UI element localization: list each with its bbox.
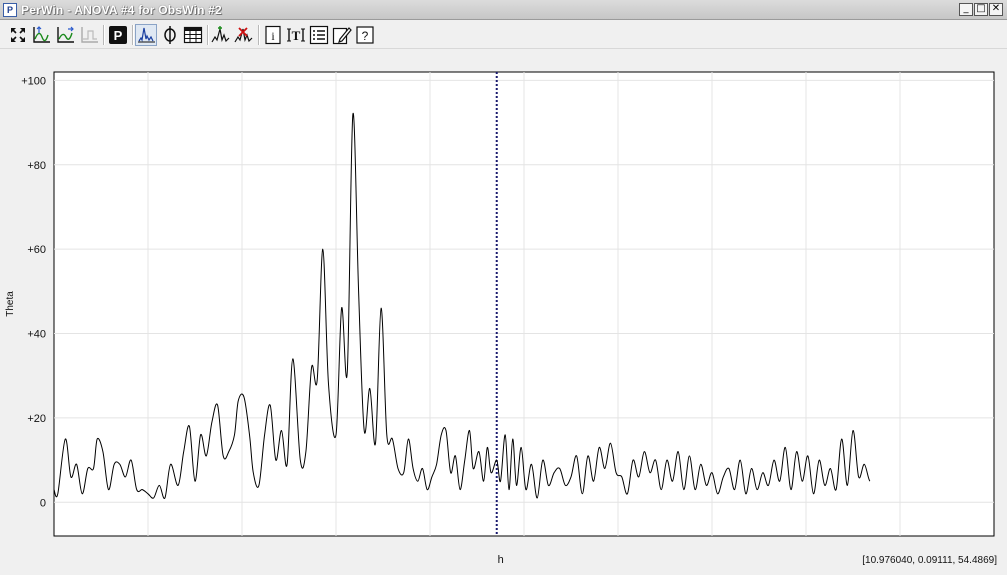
x-axis-label: h xyxy=(498,554,504,566)
title-bar[interactable]: P PerWin - ANOVA #4 for ObsWin #2 _ □ ✕ xyxy=(0,0,1007,20)
toolbar-separator xyxy=(258,25,259,45)
maximize-button[interactable]: □ xyxy=(974,3,988,16)
text-label: T xyxy=(292,28,301,43)
y-axis-ticks: +100 +80 +60 +40 +20 0 xyxy=(21,75,46,509)
toolbar-separator xyxy=(207,25,208,45)
toolbar: P i T ? xyxy=(0,21,1007,49)
toolbar-separator xyxy=(103,25,104,45)
zoom-y-button[interactable] xyxy=(54,24,76,46)
cursor-readout: [10.976040, 0.09111, 54.4869] xyxy=(862,555,997,566)
spectrum-icon xyxy=(138,27,155,43)
y-tick-label: +100 xyxy=(21,75,46,87)
pencil-icon xyxy=(332,27,352,45)
y-tick-label: +40 xyxy=(27,329,46,341)
add-peak-button[interactable] xyxy=(210,24,232,46)
table-button[interactable] xyxy=(182,24,204,46)
info-button[interactable]: i xyxy=(262,24,284,46)
periodogram-button[interactable]: P xyxy=(107,24,129,46)
edit-button[interactable] xyxy=(331,24,353,46)
p-square-label: P xyxy=(114,28,123,43)
help-label: ? xyxy=(362,29,369,43)
toolbar-separator xyxy=(132,25,133,45)
help-button[interactable]: ? xyxy=(354,24,376,46)
y-tick-label: +20 xyxy=(27,413,46,425)
info-icon: i xyxy=(265,25,281,45)
y-tick-label: +80 xyxy=(27,160,46,172)
window-title: PerWin - ANOVA #4 for ObsWin #2 xyxy=(21,3,222,17)
minimize-button[interactable]: _ xyxy=(959,3,973,16)
zoom-x-button[interactable] xyxy=(30,24,52,46)
zoom-reset-button[interactable] xyxy=(78,24,100,46)
p-square-icon: P xyxy=(109,26,127,44)
remove-peak-button[interactable] xyxy=(233,24,255,46)
plot-area[interactable]: +100 +80 +60 +40 +20 0 Theta h [10.976040, 0.… xyxy=(0,50,1007,570)
axis-zoom-x-icon xyxy=(33,26,50,43)
axis-zoom-y-icon xyxy=(57,26,74,43)
periodogram-chart[interactable]: +100 +80 +60 +40 +20 0 Theta h xyxy=(0,50,1007,570)
y-tick-label: 0 xyxy=(40,497,46,509)
close-button[interactable]: ✕ xyxy=(989,3,1003,16)
app-icon[interactable]: P xyxy=(3,3,17,17)
y-tick-label: +60 xyxy=(27,244,46,256)
list-icon xyxy=(309,25,329,45)
phi-icon xyxy=(164,26,176,44)
y-axis-label: Theta xyxy=(5,291,16,317)
peak-add-icon xyxy=(211,26,230,43)
expand-arrows-icon xyxy=(11,28,25,42)
window-controls: _ □ ✕ xyxy=(959,3,1003,16)
list-button[interactable] xyxy=(308,24,330,46)
peak-remove-icon xyxy=(234,27,253,43)
table-icon xyxy=(183,26,203,44)
zoom-fit-button[interactable] xyxy=(7,24,29,46)
spectrum-view-button[interactable] xyxy=(135,24,157,46)
text-frame-icon: T xyxy=(287,28,305,43)
text-button[interactable]: T xyxy=(285,24,307,46)
help-icon: ? xyxy=(356,26,374,44)
axis-zoom-disabled-icon xyxy=(81,27,98,43)
phase-button[interactable] xyxy=(159,24,181,46)
